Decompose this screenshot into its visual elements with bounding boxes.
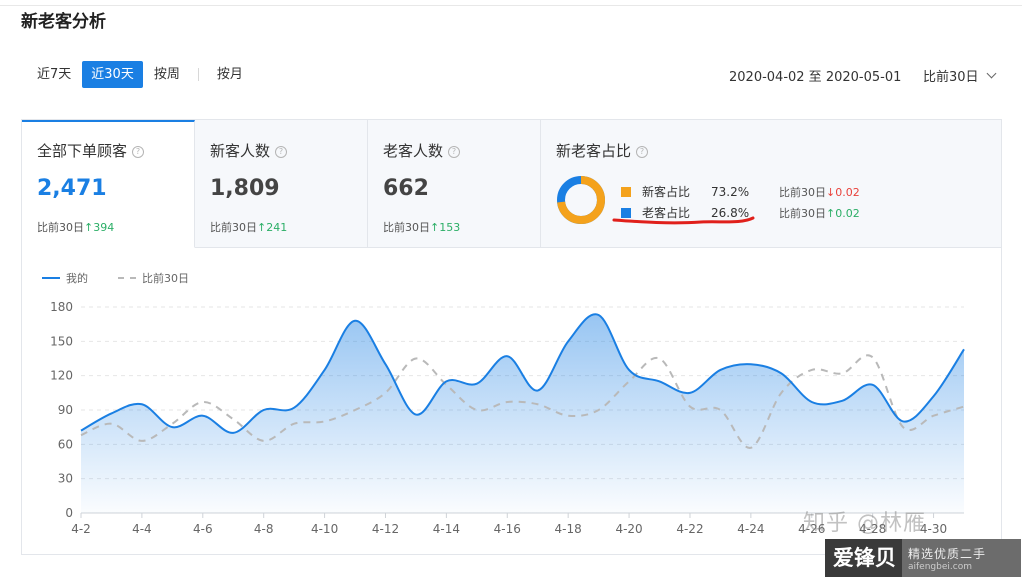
- legend-item-compare[interactable]: 比前30日: [118, 270, 189, 286]
- card-new-customers[interactable]: 新客人数? 1,809 比前30日↑241: [195, 120, 368, 248]
- compare-select-label: 比前30日: [923, 70, 979, 85]
- card-title: 新老客占比?: [556, 140, 649, 161]
- tab-by-month[interactable]: 按月: [208, 61, 252, 88]
- y-tick-label: 120: [50, 369, 73, 383]
- red-annotation-underline: [612, 216, 755, 225]
- y-tick-label: 30: [58, 472, 73, 486]
- series-mine-area: [81, 314, 964, 513]
- x-tick-label: 4-4: [132, 522, 152, 536]
- metric-cards: 全部下单顾客? 2,471 比前30日↑394 新客人数? 1,809 比前30…: [22, 120, 1001, 248]
- x-tick-label: 4-8: [254, 522, 274, 536]
- card-compare: 比前30日↑241: [210, 221, 288, 234]
- site-badge: 爱锋贝 精选优质二手 aifengbei.com: [825, 539, 1021, 577]
- card-value: 662: [383, 176, 429, 201]
- legend-line-solid: [42, 277, 60, 279]
- watermark-text: 知乎 @林雁: [803, 511, 926, 536]
- card-returning-customers[interactable]: 老客人数? 662 比前30日↑153: [368, 120, 541, 248]
- ratio-compare-new: 比前30日↓0.02: [779, 186, 860, 199]
- legend-swatch-new: [621, 186, 631, 197]
- arrow-up-icon: ↑: [826, 207, 836, 220]
- analysis-panel: 全部下单顾客? 2,471 比前30日↑394 新客人数? 1,809 比前30…: [21, 119, 1002, 555]
- tab-by-week[interactable]: 按周: [145, 61, 189, 88]
- y-tick-label: 180: [50, 300, 73, 314]
- tab-30-days[interactable]: 近30天: [82, 61, 143, 88]
- x-tick-label: 4-12: [372, 522, 399, 536]
- compare-period-select[interactable]: 比前30日: [923, 66, 996, 85]
- x-tick-label: 4-20: [615, 522, 642, 536]
- x-tick-label: 4-24: [737, 522, 764, 536]
- card-title: 全部下单顾客?: [37, 140, 145, 161]
- x-tick-label: 4-18: [555, 522, 582, 536]
- x-tick-label: 4-10: [311, 522, 338, 536]
- y-tick-label: 150: [50, 334, 73, 348]
- badge-info: 精选优质二手 aifengbei.com: [902, 539, 1021, 577]
- card-value: 2,471: [37, 176, 107, 201]
- page-title: 新老客分析: [21, 12, 106, 32]
- arrow-up-icon: ↑: [430, 221, 440, 234]
- ratio-compare-old: 比前30日↑0.02: [779, 207, 860, 220]
- badge-slogan: 精选优质二手: [908, 546, 987, 561]
- legend-item-mine[interactable]: 我的: [42, 270, 88, 286]
- chart-legend: 我的 比前30日: [42, 270, 219, 286]
- tab-separator: [197, 68, 199, 81]
- x-tick-label: 4-22: [676, 522, 703, 536]
- tab-7-days[interactable]: 近7天: [28, 61, 80, 88]
- badge-brand: 爱锋贝: [825, 539, 902, 577]
- legend-line-dashed: [118, 277, 136, 279]
- card-title: 老客人数?: [383, 140, 461, 161]
- arrow-up-icon: ↑: [257, 221, 267, 234]
- arrow-down-icon: ↓: [826, 186, 836, 199]
- card-value: 1,809: [210, 176, 280, 201]
- question-circle-icon[interactable]: ?: [636, 146, 649, 158]
- y-tick-label: 60: [58, 437, 73, 451]
- ratio-donut-chart: [557, 176, 605, 224]
- period-tabs: 近7天 近30天 按周 按月: [28, 61, 252, 88]
- card-customer-ratio[interactable]: 新老客占比? 新客占比 73.2% 老客占比 26.8% 比前30日↓0.02 比前…: [541, 120, 1001, 248]
- arrow-up-icon: ↑: [84, 221, 94, 234]
- question-circle-icon[interactable]: ?: [132, 146, 145, 158]
- date-range[interactable]: 2020-04-02 至 2020-05-01: [729, 66, 901, 85]
- ratio-legend-new: 新客占比 73.2%: [621, 183, 749, 200]
- x-tick-label: 4-16: [494, 522, 521, 536]
- question-circle-icon[interactable]: ?: [275, 146, 288, 158]
- chevron-down-icon: [986, 68, 996, 79]
- card-compare: 比前30日↑153: [383, 221, 461, 234]
- question-circle-icon[interactable]: ?: [448, 146, 461, 158]
- x-tick-label: 4-2: [71, 522, 91, 536]
- y-tick-label: 90: [58, 403, 73, 417]
- x-tick-label: 4-6: [193, 522, 213, 536]
- x-tick-label: 4-14: [433, 522, 460, 536]
- y-tick-label: 0: [65, 506, 73, 520]
- card-all-customers[interactable]: 全部下单顾客? 2,471 比前30日↑394: [22, 120, 195, 248]
- card-title: 新客人数?: [210, 140, 288, 161]
- top-divider: [0, 0, 1022, 6]
- card-compare: 比前30日↑394: [37, 221, 115, 234]
- badge-domain: aifengbei.com: [908, 561, 972, 572]
